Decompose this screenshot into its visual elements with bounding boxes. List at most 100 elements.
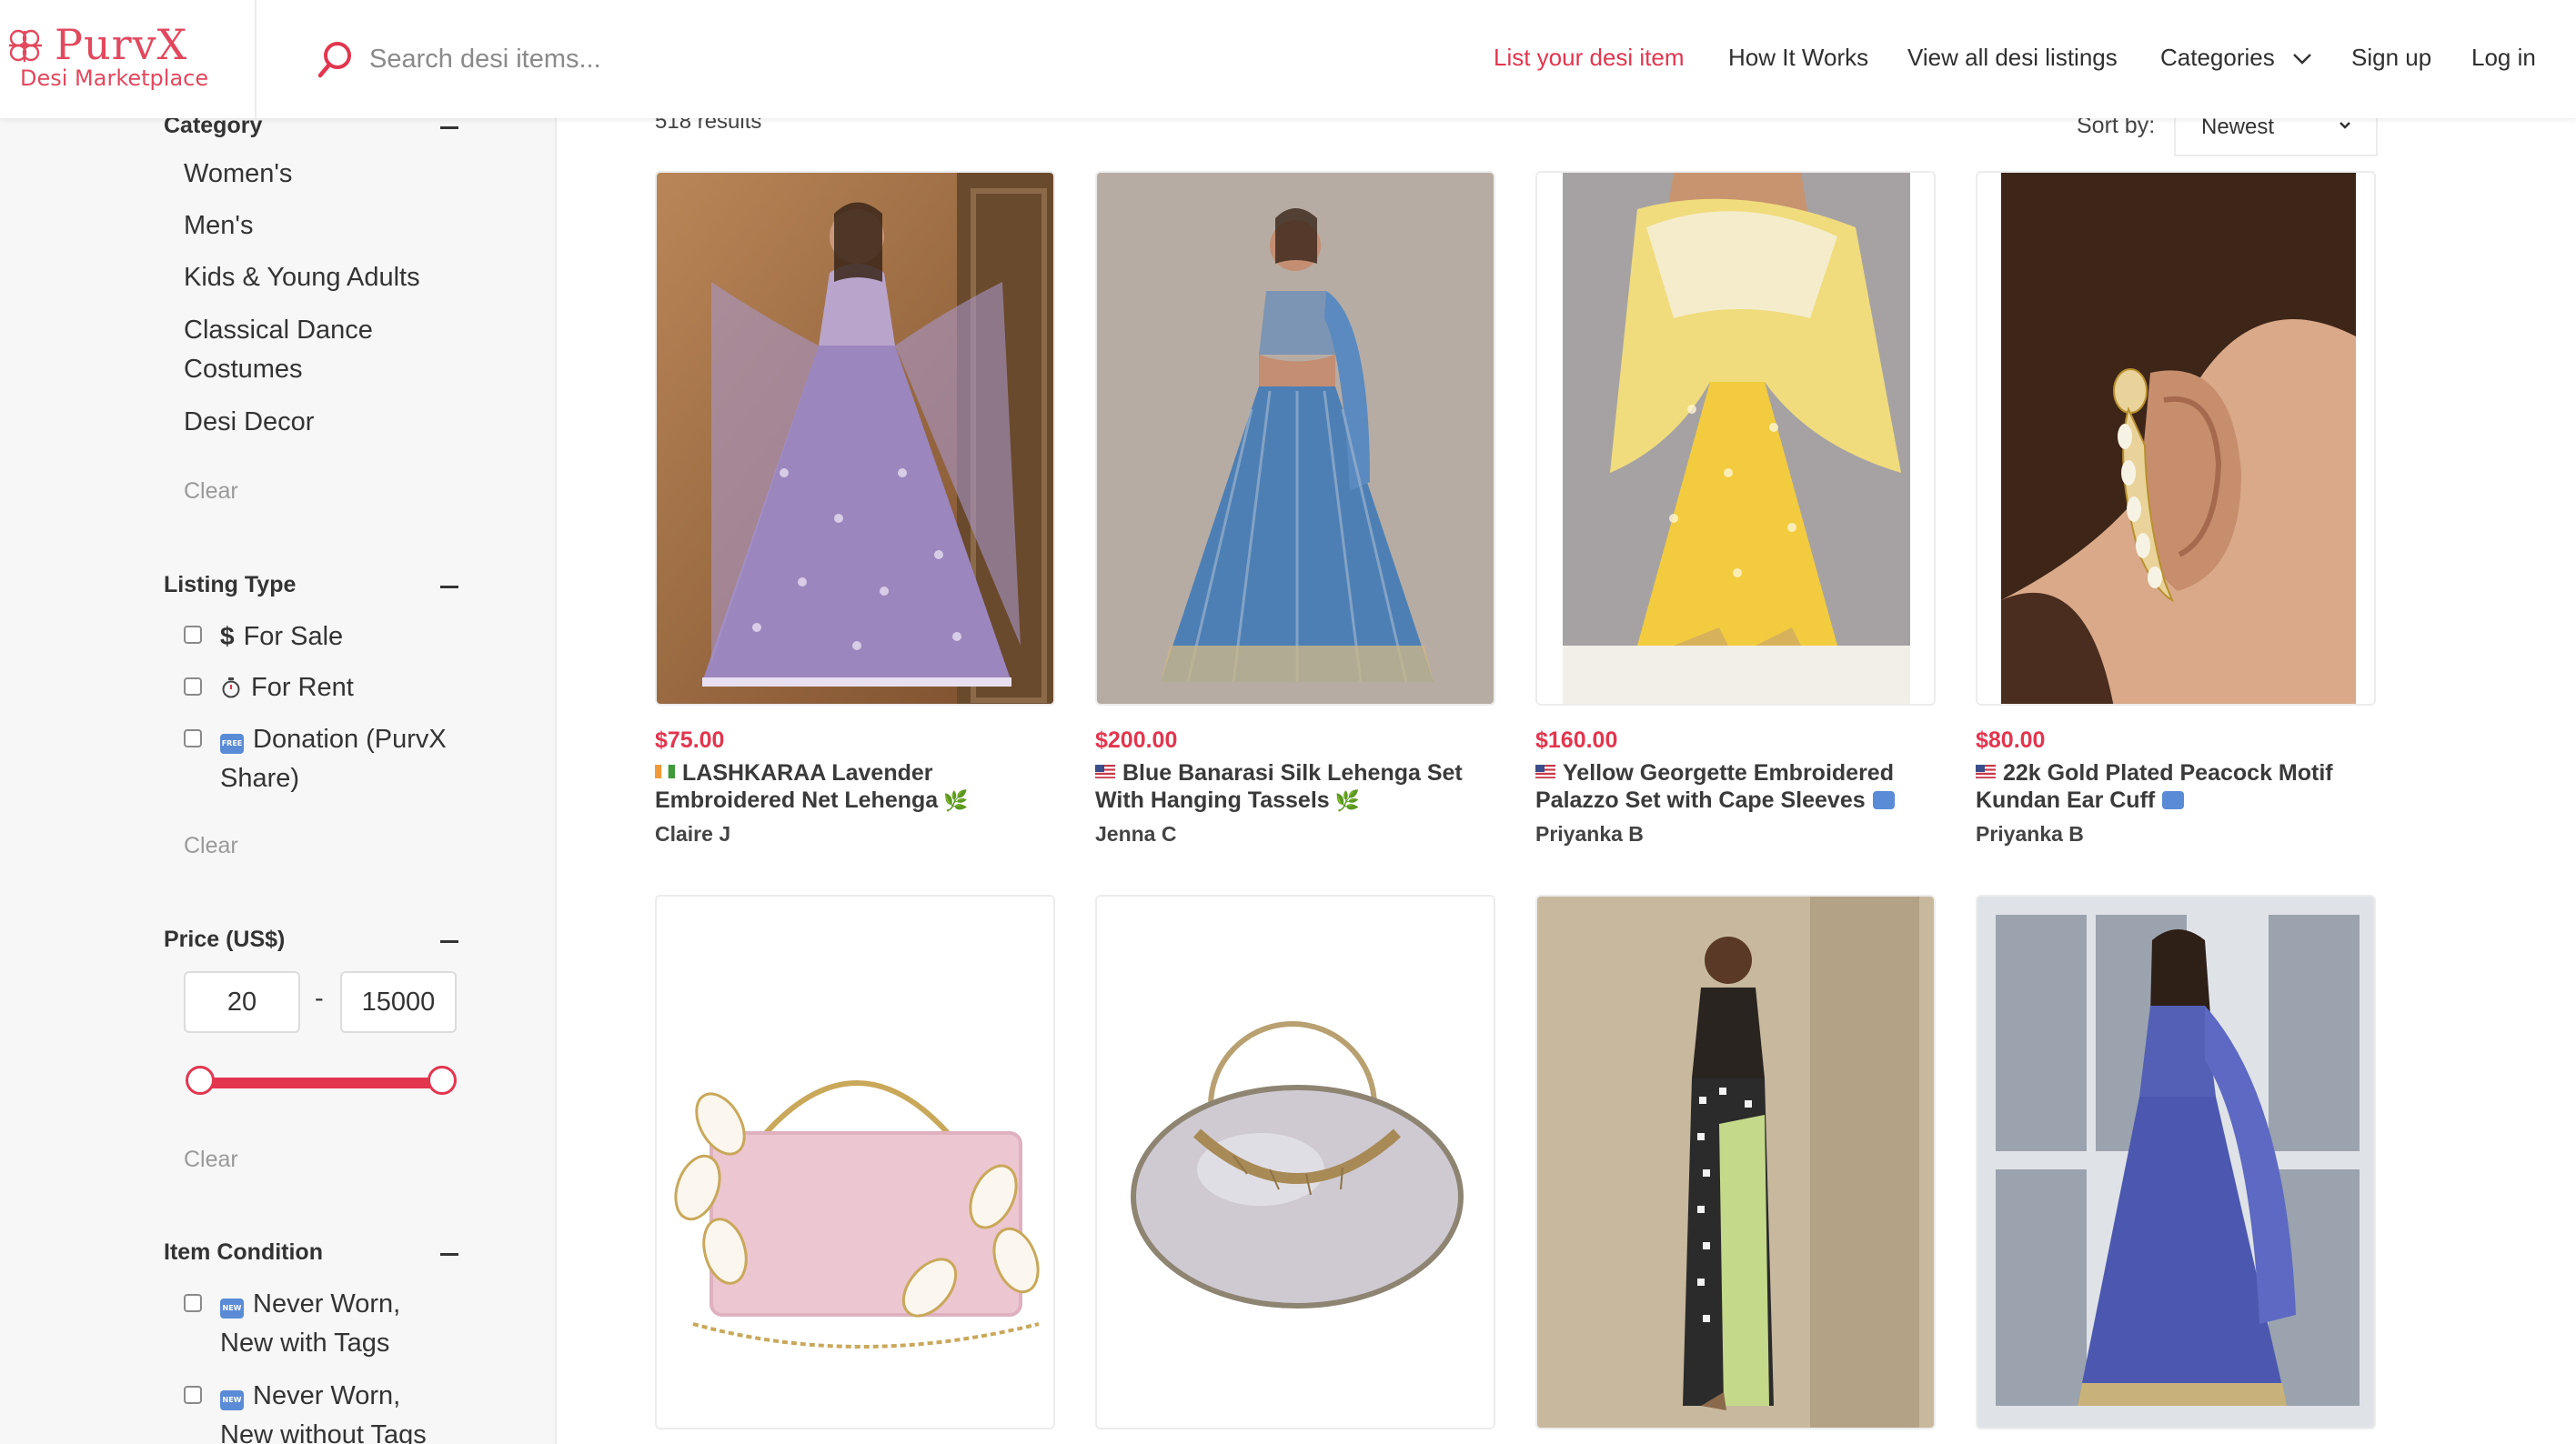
how-it-works-link[interactable]: How It Works	[1728, 44, 1868, 72]
new-with-tags-option[interactable]: NEW Never Worn, New with Tags	[220, 1285, 457, 1363]
logo-tagline: Desi Marketplace	[20, 65, 209, 91]
listing-title-link[interactable]: LASHKARAA Lavender Embroidered Net Lehen…	[655, 759, 1055, 815]
clear-listing-type-button[interactable]: Clear	[184, 833, 238, 859]
listing-price: $80.00	[1976, 727, 2046, 753]
for-rent-label: For Rent	[251, 673, 354, 702]
listing-price: $200.00	[1095, 727, 1178, 753]
ear-cuff-photo	[1977, 173, 2374, 704]
log-in-link[interactable]: Log in	[2471, 44, 2536, 72]
search-icon[interactable]	[317, 40, 353, 80]
clear-category-button[interactable]: Clear	[184, 478, 238, 505]
us-flag-icon	[1976, 765, 1996, 778]
listing-seller: Claire J	[655, 822, 731, 846]
stopwatch-icon	[222, 677, 240, 698]
clutch-photo	[657, 897, 1053, 1428]
search-input[interactable]	[367, 35, 1008, 84]
sign-up-link[interactable]: Sign up	[2351, 44, 2431, 72]
category-desi-decor[interactable]: Desi Decor	[184, 403, 457, 442]
listing-image-blue-lehenga[interactable]	[1095, 171, 1495, 706]
for-sale-option[interactable]: $ For Sale	[220, 617, 484, 657]
collapse-listing-type-icon[interactable]	[440, 586, 458, 588]
listing-image-ear-cuff[interactable]	[1976, 171, 2376, 706]
clutch-photo	[1097, 897, 1494, 1428]
min-price-input[interactable]	[184, 971, 300, 1033]
new-with-tags-label: Never Worn, New with Tags	[220, 1289, 401, 1358]
listing-title: Blue Banarasi Silk Lehenga Set With Hang…	[1095, 760, 1463, 813]
listing-image-polka-saree[interactable]	[1535, 895, 1936, 1429]
view-all-listings-link[interactable]: View all desi listings	[1907, 44, 2118, 72]
new-with-tags-checkbox[interactable]	[184, 1294, 202, 1312]
collapse-item-condition-icon[interactable]	[440, 1253, 458, 1256]
new-without-tags-checkbox[interactable]	[184, 1386, 202, 1404]
category-mens[interactable]: Men's	[184, 206, 457, 246]
sort-value: Newest	[2201, 115, 2275, 139]
min-price-slider-handle[interactable]	[186, 1066, 215, 1095]
new-badge-icon: NEW	[220, 1390, 244, 1410]
category-classical-dance[interactable]: Classical Dance Costumes	[184, 311, 411, 389]
leaf-icon: 🌿	[943, 789, 969, 812]
india-flag-icon	[655, 765, 675, 778]
listing-image-yellow-palazzo[interactable]	[1535, 171, 1936, 706]
new-badge-icon	[1872, 791, 1895, 809]
price-range-separator: -	[315, 984, 324, 1013]
listing-title-link[interactable]: Blue Banarasi Silk Lehenga Set With Hang…	[1095, 759, 1495, 815]
palazzo-photo	[1537, 173, 1934, 704]
leaf-icon: 🌿	[1334, 789, 1361, 812]
list-item-link[interactable]: List your desi item	[1494, 44, 1685, 72]
listing-seller: Jenna C	[1095, 822, 1177, 846]
new-badge-icon: NEW	[220, 1299, 244, 1319]
donation-label: Donation (PurvX Share)	[220, 725, 447, 793]
donation-checkbox[interactable]	[184, 729, 202, 747]
knot-logo-icon	[9, 29, 42, 62]
price-range-slider-track[interactable]	[198, 1078, 442, 1088]
us-flag-icon	[1095, 765, 1115, 778]
top-navigation-bar: PurvX Desi Marketplace List your desi it…	[0, 0, 2576, 118]
collapse-category-icon[interactable]	[440, 126, 458, 129]
lehenga-photo	[657, 173, 1053, 704]
chevron-down-icon	[2340, 122, 2350, 129]
for-sale-checkbox[interactable]	[184, 626, 202, 644]
for-sale-label: For Sale	[243, 622, 344, 651]
clear-price-button[interactable]: Clear	[184, 1147, 238, 1173]
category-heading: Category	[164, 118, 263, 138]
filter-sidebar: Category Women's Men's Kids & Young Adul…	[0, 118, 557, 1444]
listing-title: LASHKARAA Lavender Embroidered Net Lehen…	[655, 760, 939, 813]
saree-photo	[1537, 897, 1934, 1428]
listing-title-link[interactable]: Yellow Georgette Embroidered Palazzo Set…	[1535, 759, 1936, 814]
max-price-input[interactable]	[340, 971, 457, 1033]
us-flag-icon	[1535, 765, 1555, 778]
new-without-tags-label: Never Worn, New without Tags	[220, 1381, 427, 1444]
listing-image-pink-clutch[interactable]	[655, 895, 1055, 1429]
max-price-slider-handle[interactable]	[428, 1066, 457, 1095]
item-condition-heading: Item Condition	[164, 1239, 323, 1265]
listing-price: $160.00	[1535, 727, 1618, 753]
listing-image-blue-saree[interactable]	[1976, 895, 2376, 1429]
lehenga-photo	[1097, 173, 1494, 704]
listing-image-pearl-clutch[interactable]	[1095, 895, 1495, 1429]
listing-title-link[interactable]: 22k Gold Plated Peacock Motif Kundan Ear…	[1976, 759, 2376, 814]
for-rent-option[interactable]: For Rent	[220, 668, 484, 707]
new-without-tags-option[interactable]: NEW Never Worn, New without Tags	[220, 1377, 457, 1444]
listing-type-heading: Listing Type	[164, 572, 297, 597]
listing-price: $75.00	[655, 727, 725, 753]
categories-menu[interactable]: Categories	[2160, 44, 2312, 72]
donation-option[interactable]: FREE Donation (PurvX Share)	[220, 720, 484, 798]
listing-image-lavender-lehenga[interactable]	[655, 171, 1055, 706]
category-kids[interactable]: Kids & Young Adults	[184, 258, 457, 297]
collapse-price-icon[interactable]	[440, 940, 458, 943]
listing-title: 22k Gold Plated Peacock Motif Kundan Ear…	[1976, 760, 2333, 813]
free-badge-icon: FREE	[220, 734, 244, 754]
listing-title: Yellow Georgette Embroidered Palazzo Set…	[1535, 760, 1894, 813]
logo-wordmark: PurvX	[55, 20, 188, 69]
listing-seller: Priyanka B	[1535, 822, 1644, 846]
categories-label: Categories	[2160, 44, 2275, 71]
listing-seller: Priyanka B	[1976, 822, 2084, 846]
category-womens[interactable]: Women's	[184, 155, 457, 194]
price-heading: Price (US$)	[164, 927, 286, 952]
for-rent-checkbox[interactable]	[184, 677, 202, 696]
new-badge-icon	[2162, 791, 2185, 809]
saree-photo	[1977, 897, 2374, 1428]
dollar-icon: $	[220, 622, 235, 650]
chevron-down-icon	[2293, 54, 2311, 65]
logo[interactable]: PurvX Desi Marketplace	[0, 0, 257, 118]
